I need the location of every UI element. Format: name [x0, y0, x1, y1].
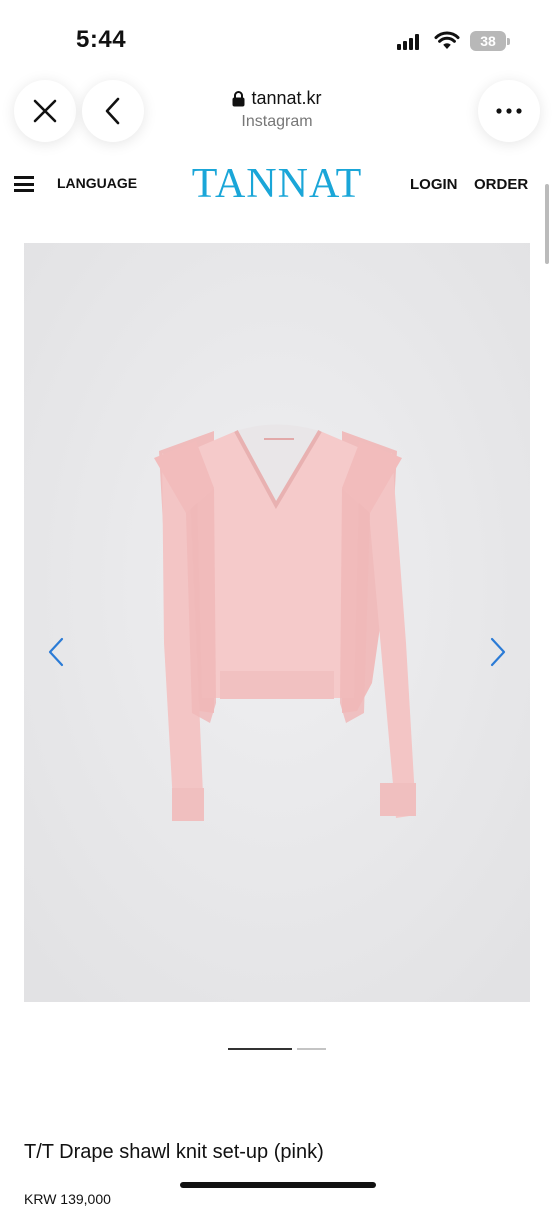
chevron-left-icon	[105, 97, 120, 125]
product-title: T/T Drape shawl knit set-up (pink)	[24, 1141, 324, 1163]
battery-icon: 38	[470, 31, 506, 51]
source-label: Instagram	[241, 113, 313, 130]
home-indicator[interactable]	[180, 1182, 376, 1188]
status-time: 5:44	[76, 26, 127, 53]
pagination-indicator[interactable]	[297, 1048, 326, 1050]
url-display[interactable]: tannat.kr Instagram	[190, 88, 364, 131]
battery-level: 38	[480, 33, 496, 49]
site-logo[interactable]: TANNAT	[186, 160, 368, 208]
status-bar: 5:44 38	[0, 0, 554, 70]
battery-tip	[507, 38, 510, 45]
knit-sweater-illustration	[24, 243, 530, 1002]
previous-image-arrow-icon[interactable]	[46, 636, 66, 668]
url-text: tannat.kr	[251, 88, 322, 108]
pagination-indicator-active[interactable]	[228, 1048, 292, 1050]
page-scrollbar[interactable]	[545, 184, 549, 264]
login-link[interactable]: LOGIN	[410, 176, 458, 193]
more-options-button[interactable]	[478, 80, 540, 142]
cellular-signal-icon	[397, 34, 423, 50]
back-button[interactable]	[82, 80, 144, 142]
more-dots-icon	[496, 108, 522, 114]
order-link[interactable]: ORDER	[474, 176, 528, 193]
hamburger-menu-icon[interactable]	[14, 176, 34, 192]
product-image[interactable]	[24, 243, 530, 1002]
product-price: KRW 139,000	[24, 1191, 111, 1207]
close-icon	[33, 99, 57, 123]
next-image-arrow-icon[interactable]	[488, 636, 508, 668]
language-link[interactable]: LANGUAGE	[57, 175, 137, 191]
close-button[interactable]	[14, 80, 76, 142]
lock-icon	[232, 90, 245, 106]
wifi-icon	[434, 31, 460, 49]
